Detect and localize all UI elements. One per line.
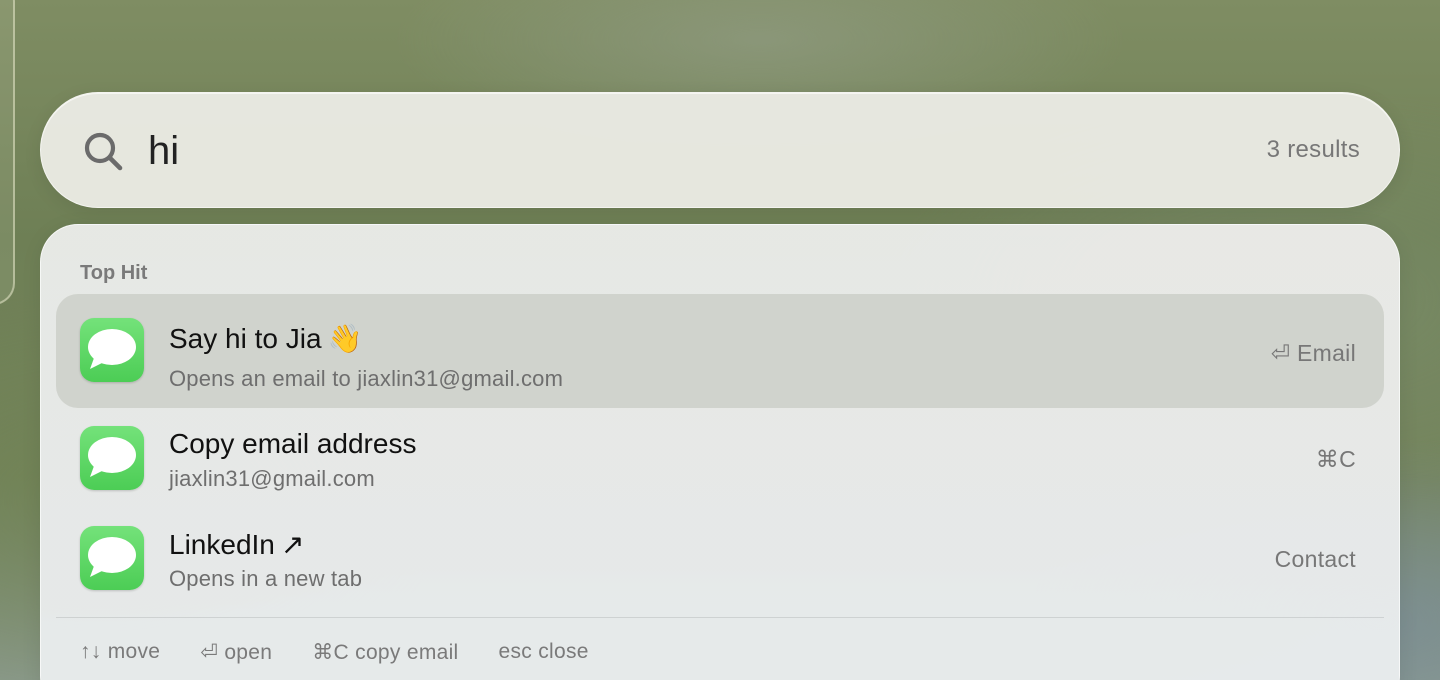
result-item-say-hi[interactable]: Say hi to Jia 👋 Opens an email to jiaxlin… <box>56 294 1384 408</box>
result-item-copy-email[interactable]: Copy email address jiaxlin31@gmail.com ⌘… <box>56 410 1384 506</box>
waving-hand-emoji: 👋 <box>327 323 363 354</box>
result-title: LinkedIn ↗ <box>169 529 305 560</box>
footer-divider <box>56 617 1384 618</box>
result-title: Copy email address <box>169 428 417 459</box>
result-title: Say hi to Jia 👋 <box>169 323 363 354</box>
messages-icon <box>80 526 144 590</box>
result-subtitle: jiaxlin31@gmail.com <box>169 466 375 491</box>
result-subtitle: Opens in a new tab <box>169 566 363 591</box>
hint-move: ↑↓ move <box>80 640 161 663</box>
result-item-linkedin[interactable]: LinkedIn ↗ Opens in a new tab Contact <box>56 510 1384 606</box>
section-label-top-hit: Top Hit <box>80 262 148 284</box>
result-count: 3 results <box>1266 136 1360 163</box>
keyboard-hints-footer: ↑↓ move ⏎ open ⌘C copy email esc close <box>80 640 589 666</box>
hint-close: esc close <box>498 640 589 663</box>
external-link-arrow-icon: ↗ <box>280 529 305 560</box>
result-action-email: ⏎ Email <box>1270 340 1356 366</box>
result-action-contact: Contact <box>1274 546 1356 572</box>
messages-icon <box>80 426 144 490</box>
background-window-edge <box>0 0 15 305</box>
hint-copy-email: ⌘C copy email <box>312 641 459 664</box>
result-subtitle: Opens an email to jiaxlin31@gmail.com <box>169 366 564 391</box>
search-input[interactable] <box>148 120 1048 182</box>
hint-open: ⏎ open <box>200 641 273 664</box>
search-icon <box>84 132 123 171</box>
result-action-copy: ⌘C <box>1315 446 1356 472</box>
messages-icon <box>80 318 144 382</box>
